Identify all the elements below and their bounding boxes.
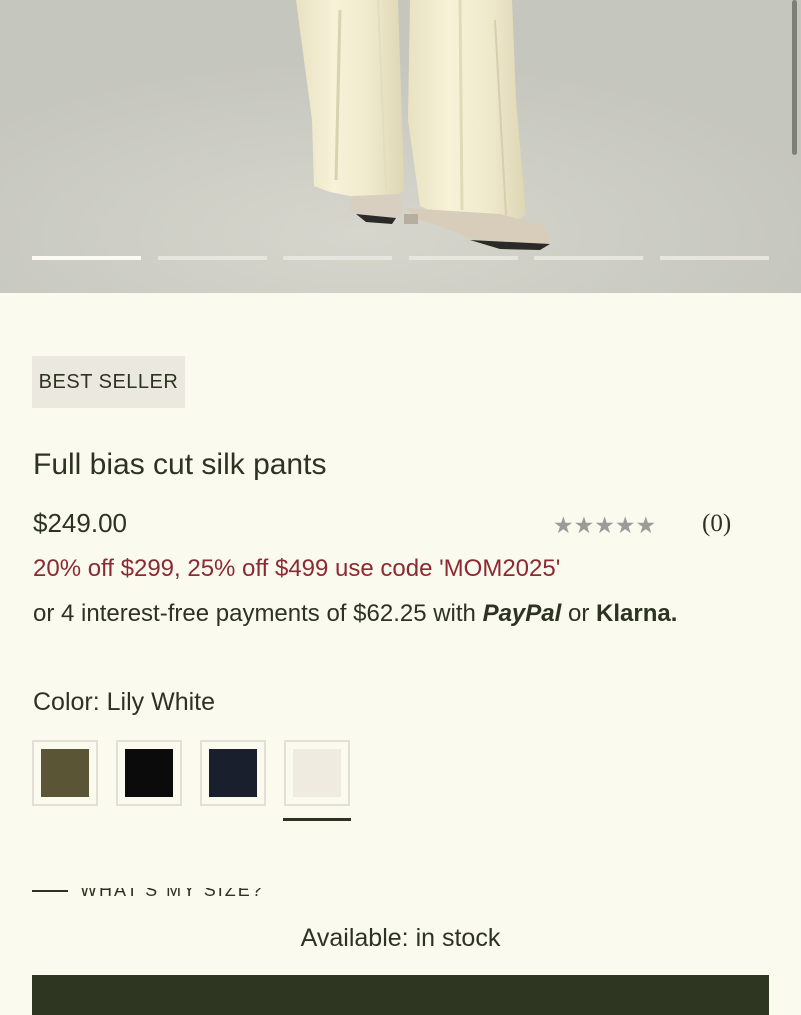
- selected-color-name: Lily White: [106, 688, 216, 716]
- star-icon: ★: [573, 512, 595, 538]
- image-carousel-indicators: [32, 256, 769, 261]
- page-scrollbar[interactable]: [792, 0, 797, 155]
- star-icon: ★: [635, 512, 657, 538]
- best-seller-badge: BEST SELLER: [32, 356, 185, 408]
- availability-status: Available: in stock: [300, 924, 501, 952]
- star-icon: ★: [553, 512, 574, 538]
- carousel-dot-6[interactable]: [660, 256, 769, 260]
- installment-or: or: [567, 600, 590, 627]
- swatch-olive[interactable]: [32, 740, 98, 806]
- installment-message: or 4 interest-free payments of $62.25 wi…: [33, 600, 677, 628]
- product-image[interactable]: [0, 0, 801, 293]
- promo-message: 20% off $299, 25% off $499 use code 'MOM…: [33, 555, 561, 582]
- product-photo: [0, 0, 801, 293]
- add-to-bag-button[interactable]: [32, 975, 769, 1015]
- paypal-logo[interactable]: PayPal: [483, 600, 562, 627]
- size-guide-label: WHAT'S MY SIZE?: [80, 888, 264, 896]
- star-icon: ★: [594, 512, 615, 538]
- carousel-dot-3[interactable]: [283, 256, 392, 260]
- installment-text: or 4 interest-free payments of $62.25 wi…: [33, 600, 476, 627]
- swatch-lily-white[interactable]: [284, 740, 350, 806]
- swatch-fill: [293, 749, 341, 797]
- selected-swatch-indicator: [283, 818, 351, 821]
- ruler-icon: [32, 890, 68, 896]
- product-title: Full bias cut silk pants: [33, 448, 327, 481]
- product-price: $249.00: [33, 508, 127, 538]
- badge-label: BEST SELLER: [38, 370, 179, 393]
- carousel-dot-1[interactable]: [32, 256, 141, 260]
- carousel-dot-5[interactable]: [534, 256, 643, 260]
- swatch-navy[interactable]: [200, 740, 266, 806]
- color-label: Color: Lily White: [33, 688, 215, 717]
- size-guide-link[interactable]: WHAT'S MY SIZE?: [32, 888, 292, 896]
- review-count[interactable]: (0): [702, 510, 731, 538]
- swatch-fill: [209, 749, 257, 797]
- klarna-logo[interactable]: Klarna.: [596, 600, 677, 627]
- swatch-black[interactable]: [116, 740, 182, 806]
- swatch-fill: [125, 749, 173, 797]
- star-icon: ★: [614, 512, 636, 538]
- color-label-text: Color:: [33, 688, 100, 716]
- carousel-dot-2[interactable]: [158, 256, 267, 260]
- swatch-fill: [41, 749, 89, 797]
- carousel-dot-4[interactable]: [409, 256, 518, 260]
- rating-stars[interactable]: ★★★★★: [553, 512, 656, 539]
